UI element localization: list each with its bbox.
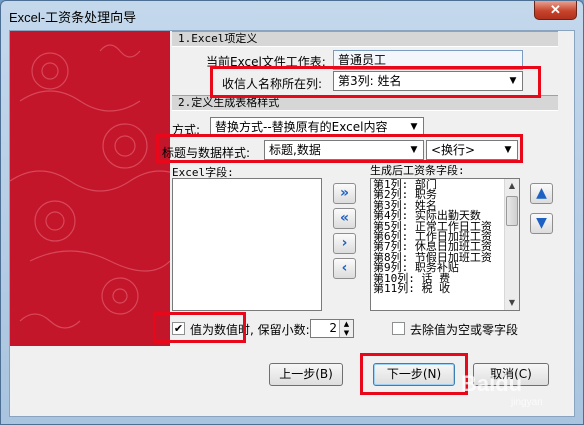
decimals-spinner[interactable]: 2 ▲ ▼ bbox=[310, 319, 354, 338]
recipient-column-select[interactable]: 第3列: 姓名 ▼ bbox=[333, 71, 523, 91]
list-item[interactable]: 第11列: 税 收 bbox=[373, 283, 492, 294]
title-bar[interactable]: Excel-工资条处理向导 ✕ bbox=[1, 1, 583, 29]
section-excel-definition: 1.Excel项定义 bbox=[172, 31, 558, 47]
spin-down-icon[interactable]: ▼ bbox=[340, 328, 353, 337]
dropdown-arrow-icon[interactable]: ▼ bbox=[406, 142, 422, 158]
current-sheet-label: 当前Excel文件工作表: bbox=[206, 55, 326, 69]
remove-empty-checkbox[interactable] bbox=[392, 322, 405, 335]
method-label: 方式: bbox=[172, 123, 201, 137]
dropdown-arrow-icon[interactable]: ▼ bbox=[406, 119, 422, 135]
watermark-sub: jingyan bbox=[511, 397, 543, 408]
dropdown-arrow-icon[interactable]: ▼ bbox=[505, 73, 521, 89]
title-style-value: 标题,数据 bbox=[269, 143, 321, 157]
wizard-window: Excel-工资条处理向导 ✕ 1.Excel项定义 当前Excel文件工作表:… bbox=[0, 0, 584, 425]
generated-fields-items: 第1列: 部门 第2列: 职务 第3列: 姓名 第4列: 实际出勤天数 第5列: 正常工… bbox=[373, 179, 492, 294]
remove-all-button[interactable]: « bbox=[333, 208, 356, 229]
current-sheet-field[interactable]: 普通员工 bbox=[333, 50, 523, 70]
numeric-decimals-checkbox[interactable]: ✔ bbox=[172, 322, 185, 335]
method-value: 替换方式--替换原有的Excel内容 bbox=[215, 120, 388, 134]
generated-fields-list[interactable]: 第1列: 部门 第2列: 职务 第3列: 姓名 第4列: 实际出勤天数 第5列: 正常工… bbox=[370, 178, 520, 311]
prev-button[interactable]: 上一步(B) bbox=[269, 363, 343, 386]
title-style-label: 标题与数据样式: bbox=[162, 146, 251, 160]
move-up-button[interactable]: ▲ bbox=[530, 183, 553, 204]
dropdown-arrow-icon[interactable]: ▼ bbox=[500, 142, 516, 158]
decorative-side-panel bbox=[10, 31, 170, 346]
excel-fields-list[interactable] bbox=[172, 178, 322, 311]
decimals-value: 2 bbox=[329, 321, 337, 335]
scroll-down-icon[interactable]: ▼ bbox=[505, 296, 519, 310]
separator-value: <换行> bbox=[431, 143, 476, 157]
method-select[interactable]: 替换方式--替换原有的Excel内容 ▼ bbox=[210, 117, 424, 137]
spinner-buttons[interactable]: ▲ ▼ bbox=[339, 320, 353, 337]
window-title: Excel-工资条处理向导 bbox=[9, 10, 137, 25]
remove-empty-label: 去除值为空或零字段 bbox=[410, 323, 519, 337]
move-down-button[interactable]: ▼ bbox=[530, 213, 553, 234]
title-style-select[interactable]: 标题,数据 ▼ bbox=[264, 140, 424, 160]
spin-up-icon[interactable]: ▲ bbox=[340, 320, 353, 329]
section-style-definition: 2.定义生成表格样式 bbox=[172, 95, 558, 111]
separator-select[interactable]: <换行> ▼ bbox=[426, 140, 518, 160]
scrollbar-thumb[interactable] bbox=[506, 196, 518, 226]
add-one-button[interactable]: › bbox=[333, 233, 356, 254]
scroll-up-icon[interactable]: ▲ bbox=[505, 179, 519, 193]
numeric-decimals-label: 值为数值时, 保留小数: bbox=[190, 323, 310, 337]
generated-fields-scrollbar[interactable]: ▲ ▼ bbox=[504, 179, 519, 310]
floral-pattern-image bbox=[10, 44, 170, 329]
wizard-client-area: 1.Excel项定义 当前Excel文件工作表: 普通员工 收信人名称所在列: … bbox=[9, 30, 575, 417]
recipient-column-label: 收信人名称所在列: bbox=[222, 77, 323, 91]
close-button[interactable]: ✕ bbox=[534, 1, 577, 20]
remove-one-button[interactable]: ‹ bbox=[333, 258, 356, 279]
next-button[interactable]: 下一步(N) bbox=[373, 363, 455, 386]
recipient-column-value: 第3列: 姓名 bbox=[338, 74, 402, 88]
add-all-button[interactable]: » bbox=[333, 183, 356, 204]
generated-fields-label: 生成后工资条字段: bbox=[370, 164, 465, 177]
watermark-logo: Baidu bbox=[461, 371, 523, 396]
